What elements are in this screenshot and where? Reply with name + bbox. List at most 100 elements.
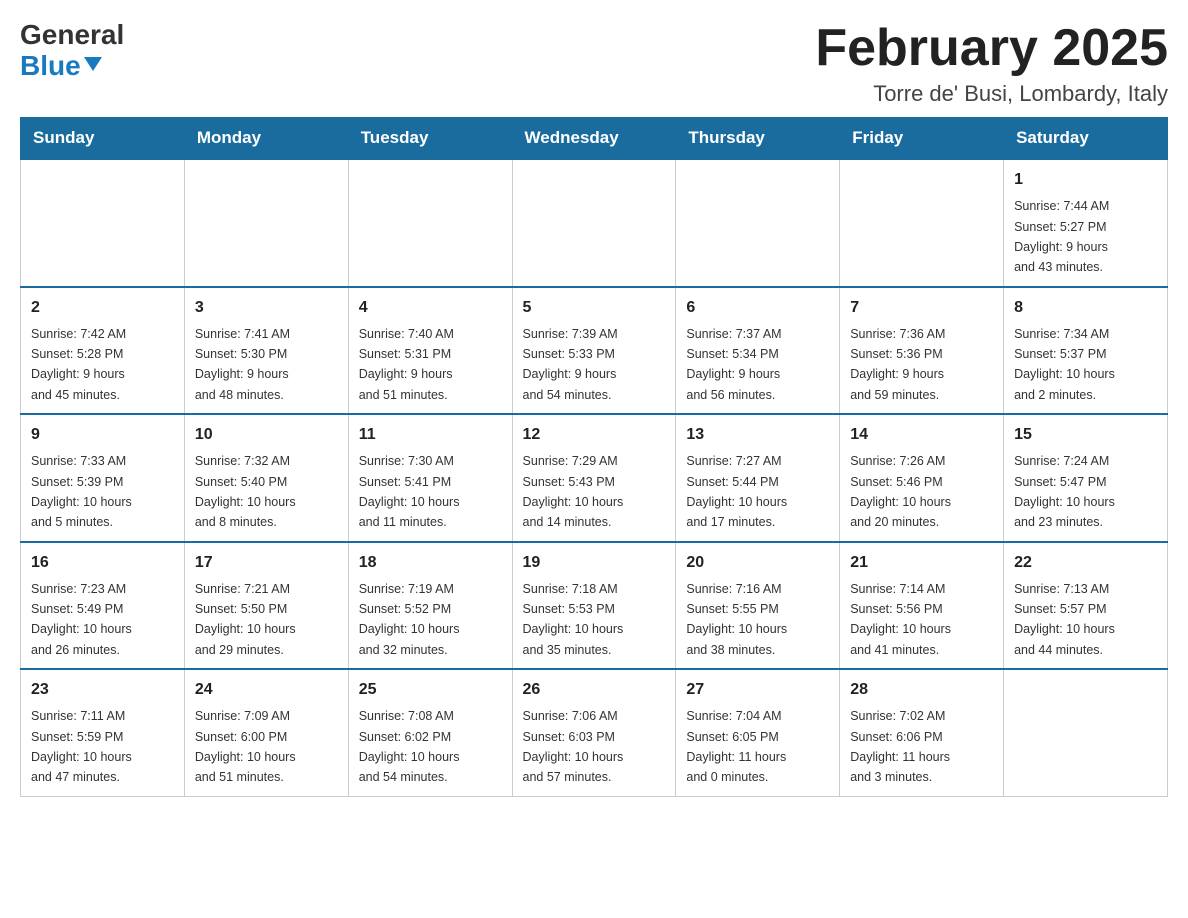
week-row-3: 9 Sunrise: 7:33 AM Sunset: 5:39 PM Daylig… [21,414,1168,542]
day-cell: 24 Sunrise: 7:09 AM Sunset: 6:00 PM Dayli… [184,669,348,796]
header-tuesday: Tuesday [348,118,512,160]
logo-triangle-icon [84,57,102,71]
day-number: 22 [1014,551,1157,575]
day-info: Sunrise: 7:19 AM Sunset: 5:52 PM Dayligh… [359,582,460,657]
day-cell: 22 Sunrise: 7:13 AM Sunset: 5:57 PM Dayli… [1004,542,1168,670]
day-info: Sunrise: 7:27 AM Sunset: 5:44 PM Dayligh… [686,454,787,529]
day-cell: 11 Sunrise: 7:30 AM Sunset: 5:41 PM Dayli… [348,414,512,542]
day-info: Sunrise: 7:39 AM Sunset: 5:33 PM Dayligh… [523,327,618,402]
week-row-1: 1 Sunrise: 7:44 AM Sunset: 5:27 PM Daylig… [21,159,1168,287]
day-cell: 5 Sunrise: 7:39 AM Sunset: 5:33 PM Daylig… [512,287,676,415]
day-number: 5 [523,296,666,320]
day-info: Sunrise: 7:44 AM Sunset: 5:27 PM Dayligh… [1014,199,1109,274]
day-number: 23 [31,678,174,702]
week-row-4: 16 Sunrise: 7:23 AM Sunset: 5:49 PM Dayli… [21,542,1168,670]
day-number: 8 [1014,296,1157,320]
day-number: 20 [686,551,829,575]
day-info: Sunrise: 7:08 AM Sunset: 6:02 PM Dayligh… [359,709,460,784]
day-cell [21,159,185,287]
day-number: 2 [31,296,174,320]
day-number: 18 [359,551,502,575]
day-number: 19 [523,551,666,575]
day-number: 24 [195,678,338,702]
day-cell: 1 Sunrise: 7:44 AM Sunset: 5:27 PM Daylig… [1004,159,1168,287]
weekday-header-row: Sunday Monday Tuesday Wednesday Thursday… [21,118,1168,160]
header-monday: Monday [184,118,348,160]
day-number: 16 [31,551,174,575]
logo-blue: Blue [20,51,124,82]
day-cell: 23 Sunrise: 7:11 AM Sunset: 5:59 PM Dayli… [21,669,185,796]
day-cell: 15 Sunrise: 7:24 AM Sunset: 5:47 PM Dayli… [1004,414,1168,542]
title-section: February 2025 Torre de' Busi, Lombardy, … [815,20,1168,107]
day-info: Sunrise: 7:30 AM Sunset: 5:41 PM Dayligh… [359,454,460,529]
day-number: 17 [195,551,338,575]
day-info: Sunrise: 7:26 AM Sunset: 5:46 PM Dayligh… [850,454,951,529]
header-friday: Friday [840,118,1004,160]
day-number: 6 [686,296,829,320]
day-cell: 7Sunrise: 7:36 AM Sunset: 5:36 PM Daylig… [840,287,1004,415]
day-number: 13 [686,423,829,447]
calendar: Sunday Monday Tuesday Wednesday Thursday… [20,117,1168,797]
day-info: Sunrise: 7:02 AM Sunset: 6:06 PM Dayligh… [850,709,950,784]
day-number: 26 [523,678,666,702]
day-cell: 4 Sunrise: 7:40 AM Sunset: 5:31 PM Daylig… [348,287,512,415]
day-info: Sunrise: 7:34 AM Sunset: 5:37 PM Dayligh… [1014,327,1115,402]
week-row-2: 2 Sunrise: 7:42 AM Sunset: 5:28 PM Daylig… [21,287,1168,415]
day-info: Sunrise: 7:42 AM Sunset: 5:28 PM Dayligh… [31,327,126,402]
day-number: 4 [359,296,502,320]
day-info: Sunrise: 7:33 AM Sunset: 5:39 PM Dayligh… [31,454,132,529]
day-cell: 13 Sunrise: 7:27 AM Sunset: 5:44 PM Dayli… [676,414,840,542]
day-info: Sunrise: 7:40 AM Sunset: 5:31 PM Dayligh… [359,327,454,402]
day-cell: 9 Sunrise: 7:33 AM Sunset: 5:39 PM Daylig… [21,414,185,542]
day-info: Sunrise: 7:04 AM Sunset: 6:05 PM Dayligh… [686,709,786,784]
day-number: 14 [850,423,993,447]
day-cell: 21 Sunrise: 7:14 AM Sunset: 5:56 PM Dayli… [840,542,1004,670]
day-info: Sunrise: 7:09 AM Sunset: 6:00 PM Dayligh… [195,709,296,784]
day-cell: 10Sunrise: 7:32 AM Sunset: 5:40 PM Dayli… [184,414,348,542]
day-cell: 28 Sunrise: 7:02 AM Sunset: 6:06 PM Dayli… [840,669,1004,796]
day-cell: 25 Sunrise: 7:08 AM Sunset: 6:02 PM Dayli… [348,669,512,796]
logo: General Blue [20,20,124,82]
day-number: 21 [850,551,993,575]
day-cell: 14 Sunrise: 7:26 AM Sunset: 5:46 PM Dayli… [840,414,1004,542]
day-cell: 19 Sunrise: 7:18 AM Sunset: 5:53 PM Dayli… [512,542,676,670]
day-number: 11 [359,423,502,447]
day-cell: 18 Sunrise: 7:19 AM Sunset: 5:52 PM Dayli… [348,542,512,670]
day-info: Sunrise: 7:36 AM Sunset: 5:36 PM Dayligh… [850,327,945,402]
day-number: 25 [359,678,502,702]
day-info: Sunrise: 7:32 AM Sunset: 5:40 PM Dayligh… [195,454,296,529]
day-info: Sunrise: 7:21 AM Sunset: 5:50 PM Dayligh… [195,582,296,657]
day-info: Sunrise: 7:29 AM Sunset: 5:43 PM Dayligh… [523,454,624,529]
day-info: Sunrise: 7:13 AM Sunset: 5:57 PM Dayligh… [1014,582,1115,657]
day-info: Sunrise: 7:18 AM Sunset: 5:53 PM Dayligh… [523,582,624,657]
day-number: 15 [1014,423,1157,447]
day-cell: 6 Sunrise: 7:37 AM Sunset: 5:34 PM Daylig… [676,287,840,415]
day-info: Sunrise: 7:16 AM Sunset: 5:55 PM Dayligh… [686,582,787,657]
day-info: Sunrise: 7:14 AM Sunset: 5:56 PM Dayligh… [850,582,951,657]
day-cell: 27 Sunrise: 7:04 AM Sunset: 6:05 PM Dayli… [676,669,840,796]
page-header: General Blue February 2025 Torre de' Bus… [20,20,1168,107]
header-sunday: Sunday [21,118,185,160]
day-cell [512,159,676,287]
day-info: Sunrise: 7:11 AM Sunset: 5:59 PM Dayligh… [31,709,132,784]
day-number: 27 [686,678,829,702]
day-info: Sunrise: 7:41 AM Sunset: 5:30 PM Dayligh… [195,327,290,402]
day-number: 3 [195,296,338,320]
day-cell: 3 Sunrise: 7:41 AM Sunset: 5:30 PM Daylig… [184,287,348,415]
day-cell: 26Sunrise: 7:06 AM Sunset: 6:03 PM Dayli… [512,669,676,796]
day-cell: 12 Sunrise: 7:29 AM Sunset: 5:43 PM Dayli… [512,414,676,542]
day-number: 28 [850,678,993,702]
day-info: Sunrise: 7:37 AM Sunset: 5:34 PM Dayligh… [686,327,781,402]
day-cell: 8 Sunrise: 7:34 AM Sunset: 5:37 PM Daylig… [1004,287,1168,415]
day-cell [676,159,840,287]
month-title: February 2025 [815,20,1168,77]
day-number: 9 [31,423,174,447]
day-cell [348,159,512,287]
day-number: 1 [1014,168,1157,192]
day-number: 12 [523,423,666,447]
day-cell: 2 Sunrise: 7:42 AM Sunset: 5:28 PM Daylig… [21,287,185,415]
day-info: Sunrise: 7:23 AM Sunset: 5:49 PM Dayligh… [31,582,132,657]
day-cell: 20 Sunrise: 7:16 AM Sunset: 5:55 PM Dayli… [676,542,840,670]
day-info: Sunrise: 7:24 AM Sunset: 5:47 PM Dayligh… [1014,454,1115,529]
day-cell [1004,669,1168,796]
